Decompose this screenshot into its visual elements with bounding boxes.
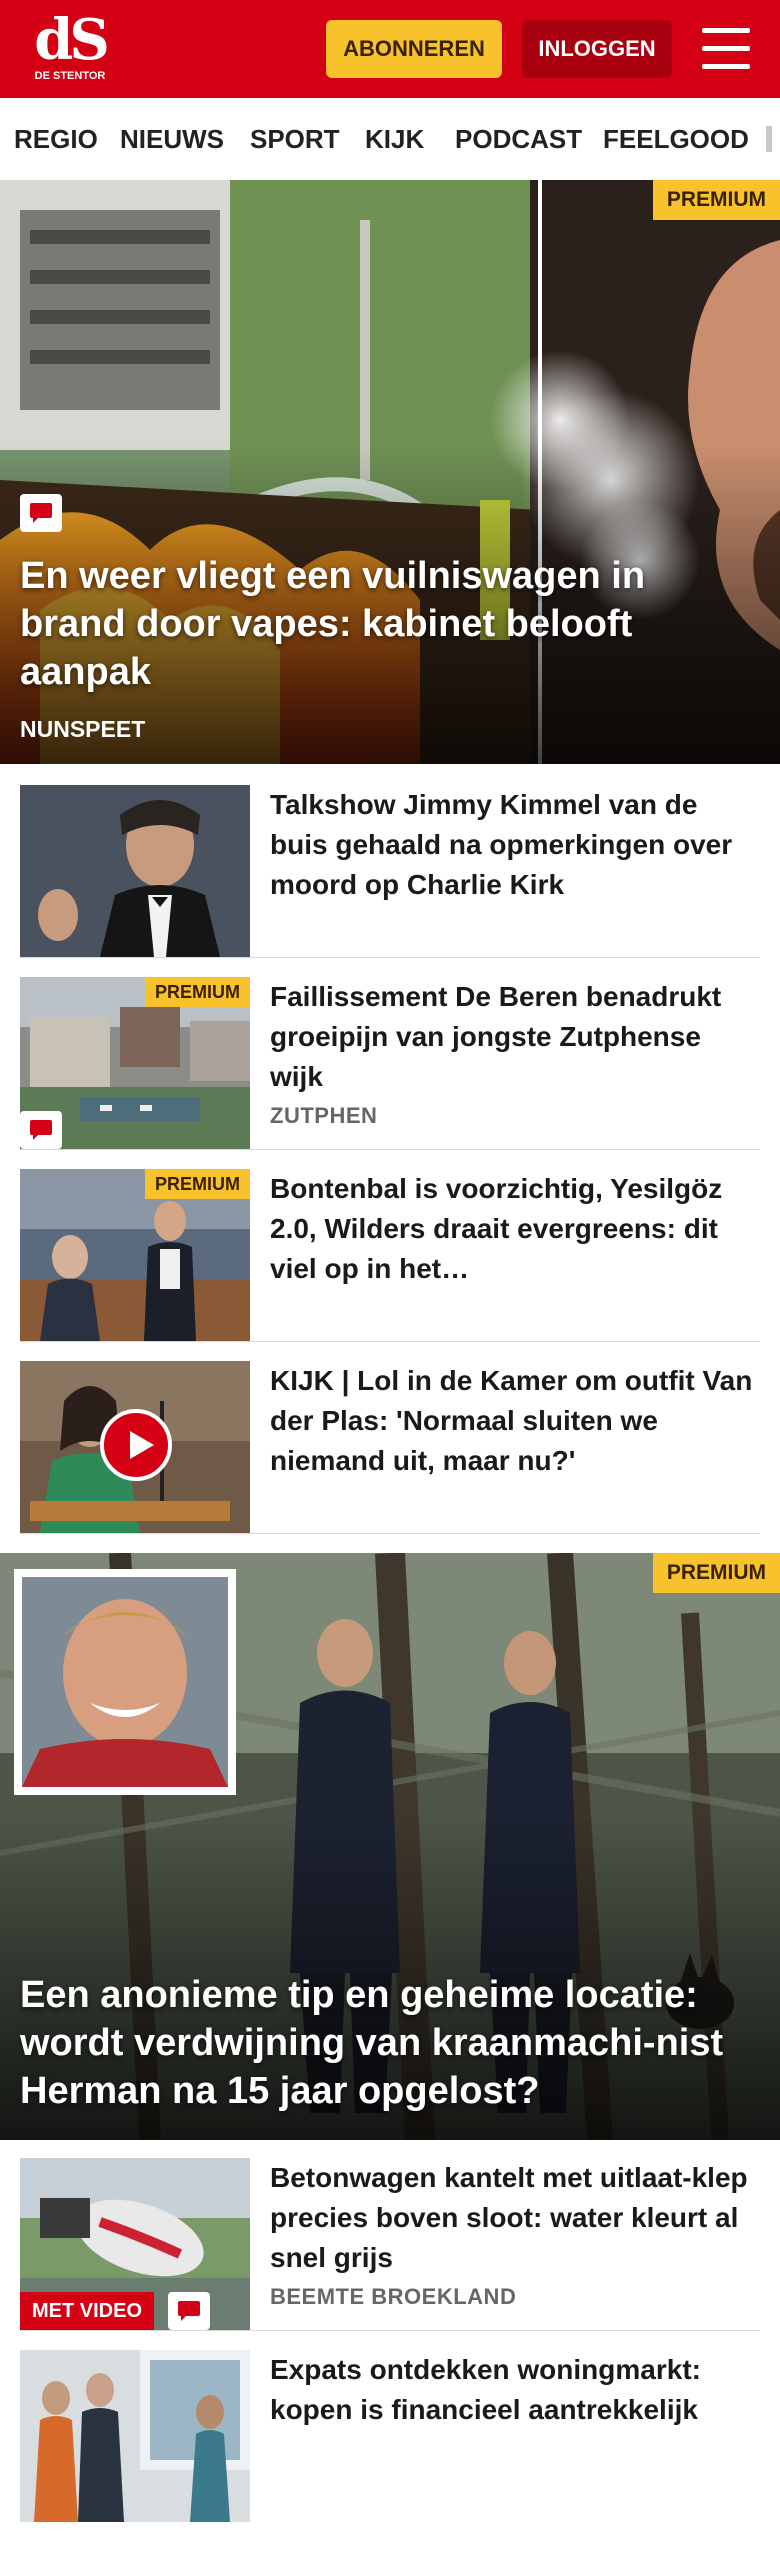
logo-subtitle: DE STENTOR: [34, 70, 106, 82]
premium-badge: PREMIUM: [145, 1169, 250, 1199]
article-title[interactable]: Faillissement De Beren benadrukt groeipi…: [270, 977, 760, 1097]
hero-title[interactable]: Een anonieme tip en geheime locatie: wor…: [20, 1971, 760, 2115]
hero-article-vapes[interactable]: PREMIUM En weer vliegt een vuilniswagen …: [0, 180, 780, 764]
hero-title[interactable]: En weer vliegt een vuilniswagen in brand…: [20, 552, 760, 696]
nav-item-feelgood[interactable]: FEELGOOD: [603, 98, 749, 180]
hero-article-herman[interactable]: PREMIUM Een anonieme tip en geheime loca…: [0, 1553, 780, 2140]
article-location: BEEMTE BROEKLAND: [270, 2284, 517, 2309]
nav-item-nieuws[interactable]: NIEUWS: [120, 98, 224, 180]
list-item[interactable]: KIJK | Lol in de Kamer om outfit Van der…: [20, 1361, 760, 1534]
article-title[interactable]: Betonwagen kantelt met uitlaat-klep prec…: [270, 2158, 760, 2278]
premium-badge: PREMIUM: [145, 977, 250, 1007]
comment-icon: [20, 494, 62, 532]
login-button[interactable]: INLOGGEN: [522, 20, 672, 78]
play-icon[interactable]: [100, 1409, 172, 1481]
comment-icon: [168, 2292, 210, 2330]
nav-item-regio[interactable]: REGIO: [14, 98, 98, 180]
article-title[interactable]: Bontenbal is voorzichtig, Yesilgöz 2.0, …: [270, 1169, 760, 1289]
thumb-expats-house: [20, 2350, 250, 2522]
premium-badge: PREMIUM: [652, 1553, 780, 1593]
hero-location: NUNSPEET: [20, 716, 146, 742]
nav-scroll-hint: [766, 126, 772, 152]
hamburger-menu-icon[interactable]: [702, 28, 750, 70]
article-title[interactable]: Expats ontdekken woningmarkt: kopen is f…: [270, 2350, 760, 2430]
article-location: ZUTPHEN: [270, 1103, 378, 1128]
logo[interactable]: dS DE STENTOR: [28, 12, 112, 88]
thumb-tweede-kamer: PREMIUM: [20, 1169, 250, 1341]
list-item[interactable]: PREMIUM Faillissement De Beren benadrukt…: [20, 977, 760, 1150]
article-title[interactable]: Talkshow Jimmy Kimmel van de buis gehaal…: [270, 785, 760, 905]
section-nav: REGIO NIEUWS SPORT KIJK PODCAST FEELGOOD: [0, 98, 780, 181]
thumb-zutphen-aerial: PREMIUM: [20, 977, 250, 1149]
comment-icon: [20, 1111, 62, 1149]
logo-mark: dS: [34, 7, 110, 73]
thumb-kimmel: [20, 785, 250, 957]
thumb-van-der-plas: [20, 1361, 250, 1533]
thumb-betonwagen: MET VIDEO: [20, 2158, 250, 2330]
article-title[interactable]: KIJK | Lol in de Kamer om outfit Van der…: [270, 1361, 760, 1481]
list-item[interactable]: Expats ontdekken woningmarkt: kopen is f…: [20, 2350, 760, 2522]
premium-badge: PREMIUM: [652, 180, 780, 220]
list-item[interactable]: PREMIUM Bontenbal is voorzichtig, Yesilg…: [20, 1169, 760, 1342]
video-badge: MET VIDEO: [20, 2292, 155, 2330]
list-item[interactable]: Talkshow Jimmy Kimmel van de buis gehaal…: [20, 785, 760, 958]
subscribe-button[interactable]: ABONNEREN: [326, 20, 502, 78]
nav-item-kijk[interactable]: KIJK: [365, 98, 424, 180]
nav-item-podcast[interactable]: PODCAST: [455, 98, 582, 180]
list-item[interactable]: MET VIDEO Betonwagen kantelt met uitlaat…: [20, 2158, 760, 2331]
nav-item-sport[interactable]: SPORT: [250, 98, 340, 180]
site-header: dS DE STENTOR ABONNEREN INLOGGEN: [0, 0, 780, 98]
